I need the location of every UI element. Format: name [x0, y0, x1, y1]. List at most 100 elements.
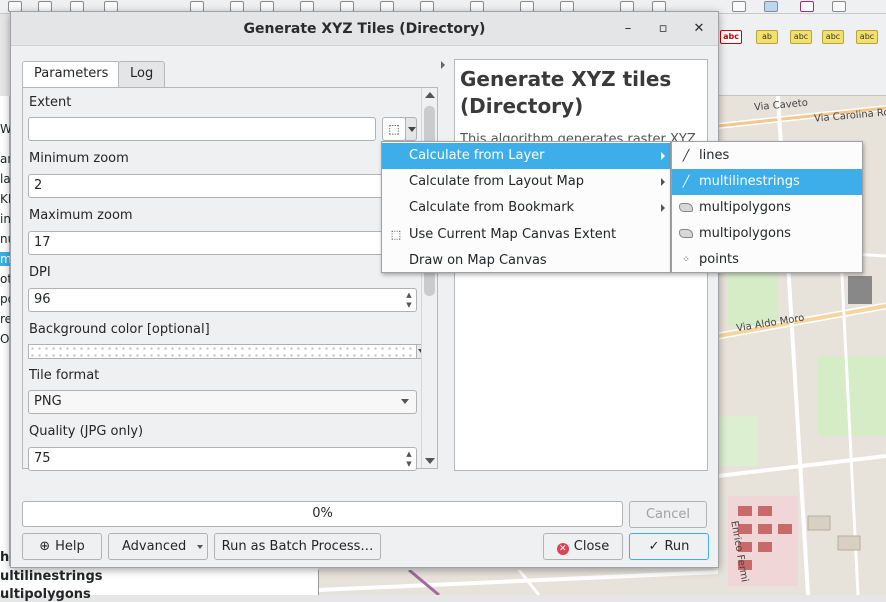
tab-parameters[interactable]: Parameters — [22, 61, 121, 88]
submenu-item-multipolygons[interactable]: multipolygons — [672, 195, 862, 221]
layers-panel-bottom: he ultilinestrings ultipolygons — [0, 550, 318, 602]
polygon-layer-icon — [679, 229, 693, 238]
map-cursor-icon: ⬚ — [388, 122, 400, 136]
label-show-icon[interactable]: abc — [790, 30, 812, 44]
close-button-label: Close — [573, 539, 610, 554]
maximize-button[interactable]: ▫ — [653, 19, 673, 39]
batch-process-button[interactable]: Run as Batch Process… — [214, 533, 381, 560]
label-tool-icon[interactable]: abc — [720, 30, 742, 44]
tile-format-select[interactable]: PNG — [28, 390, 417, 414]
min-zoom-spinbox[interactable]: 2 — [28, 174, 417, 198]
advanced-button-label: Advanced — [122, 539, 187, 554]
toolbar-icon[interactable] — [832, 1, 846, 12]
extent-input[interactable] — [28, 117, 376, 141]
tab-log[interactable]: Log — [118, 61, 166, 87]
close-button[interactable]: ✕ Close — [543, 533, 623, 560]
dialog-title: Generate XYZ Tiles (Directory) — [243, 21, 486, 37]
quality-value: 75 — [34, 451, 51, 466]
minimize-button[interactable]: – — [618, 19, 638, 39]
help-button[interactable]: ⊕ Help — [22, 533, 102, 560]
menu-item-use-map-canvas-extent[interactable]: ⬚ Use Current Map Canvas Extent — [382, 222, 670, 248]
extent-selector-button[interactable]: ⬚ — [382, 117, 406, 141]
bgcolor-label: Background color [optional] — [29, 322, 210, 337]
quality-spinbox[interactable]: 75 ▲ ▼ — [28, 447, 417, 471]
collapse-arrow-icon[interactable] — [441, 61, 445, 69]
quality-label: Quality (JPG only) — [29, 424, 144, 439]
menu-item-calculate-from-layer[interactable]: Calculate from Layer — [382, 143, 670, 169]
min-zoom-label: Minimum zoom — [29, 151, 129, 166]
chevron-right-icon — [661, 178, 665, 186]
max-zoom-spinbox[interactable]: 17 — [28, 231, 417, 255]
extent-menu: Calculate from Layer Calculate from Layo… — [381, 141, 671, 273]
layer-item[interactable]: ultilinestrings — [0, 569, 102, 584]
lifebuoy-icon: ⊕ — [39, 539, 51, 554]
submenu-item-label: points — [699, 252, 739, 267]
line-layer-icon: ╱ — [682, 149, 690, 162]
tile-format-label: Tile format — [29, 368, 100, 383]
close-window-button[interactable]: ✕ — [689, 19, 709, 39]
submenu-item-label: multipolygons — [699, 226, 791, 241]
menu-item-calculate-from-bookmark[interactable]: Calculate from Bookmark — [382, 195, 670, 221]
layer-submenu: ╱ lines ╱ multilinestrings multipolygons… — [671, 141, 863, 273]
label-toolbar: abc ab abc abc abc — [716, 14, 886, 96]
progress-bar: 0% — [22, 501, 623, 527]
advanced-button[interactable]: Advanced — [108, 533, 208, 560]
submenu-item-multilinestrings[interactable]: ╱ multilinestrings — [672, 169, 862, 195]
cancel-button[interactable]: Cancel — [629, 501, 707, 528]
progress-text: 0% — [312, 506, 333, 521]
run-button[interactable]: ✓ Run — [629, 533, 709, 560]
submenu-item-label: multilinestrings — [699, 174, 800, 189]
submenu-item-label: multipolygons — [699, 200, 791, 215]
layers-panel: W an la KN in nu mu ot po re OL — [0, 96, 19, 566]
submenu-item-lines[interactable]: ╱ lines — [672, 143, 862, 169]
map-rendering — [319, 570, 718, 595]
chevron-right-icon — [661, 204, 665, 212]
extent-label: Extent — [29, 95, 72, 110]
toolbar-icon[interactable] — [800, 1, 814, 12]
menu-item-label: Use Current Map Canvas Extent — [409, 227, 617, 242]
map-canvas-extent-icon: ⬚ — [390, 228, 402, 241]
polygon-layer-icon — [679, 203, 693, 212]
toolbar-icon[interactable] — [732, 1, 746, 12]
parameters-panel: Extent ⬚ Minimum zoom 2 Maximum zoom 17 … — [22, 87, 438, 471]
menu-item-label: Draw on Map Canvas — [409, 253, 547, 268]
menu-item-label: Calculate from Layer — [409, 148, 545, 163]
checkmark-icon: ✓ — [648, 539, 660, 554]
bgcolor-button[interactable] — [28, 344, 417, 359]
dpi-value: 96 — [34, 292, 51, 307]
submenu-item-multipolygons[interactable]: multipolygons — [672, 221, 862, 247]
chevron-down-icon — [197, 545, 203, 549]
toolbar-icon[interactable] — [764, 1, 778, 12]
label-rotate-icon[interactable]: abc — [856, 30, 878, 44]
extent-dropdown-button[interactable] — [405, 117, 417, 141]
chevron-right-icon — [661, 152, 665, 160]
menu-item-draw-on-map-canvas[interactable]: Draw on Map Canvas — [382, 248, 670, 274]
label-pin-icon[interactable]: ab — [756, 30, 778, 44]
chevron-down-icon — [401, 399, 409, 404]
min-zoom-value: 2 — [34, 178, 43, 193]
dialog-titlebar[interactable]: Generate XYZ Tiles (Directory) – ▫ ✕ — [11, 12, 718, 46]
map-canvas-bottom[interactable] — [318, 570, 718, 595]
scroll-up-icon[interactable] — [425, 92, 435, 98]
close-circle-icon: ✕ — [556, 543, 569, 555]
label-move-icon[interactable]: abc — [822, 30, 844, 44]
help-title: Generate XYZ tiles (Directory) — [460, 67, 672, 118]
tile-format-value: PNG — [34, 394, 62, 409]
submenu-item-points[interactable]: ⁘ points — [672, 247, 862, 273]
dpi-label: DPI — [29, 265, 51, 280]
scroll-down-icon[interactable] — [425, 458, 435, 464]
generate-xyz-tiles-dialog: Generate XYZ Tiles (Directory) – ▫ ✕ Par… — [10, 11, 719, 568]
submenu-item-label: lines — [699, 148, 730, 163]
run-button-label: Run — [664, 539, 690, 554]
menu-item-label: Calculate from Bookmark — [409, 200, 575, 215]
spin-arrows-icon[interactable]: ▲ ▼ — [403, 290, 415, 310]
spin-arrows-icon[interactable]: ▲ ▼ — [403, 449, 415, 469]
dpi-spinbox[interactable]: 96 ▲ ▼ — [28, 288, 417, 312]
line-layer-icon: ╱ — [682, 175, 690, 188]
menu-item-calculate-from-layout-map[interactable]: Calculate from Layout Map — [382, 169, 670, 195]
max-zoom-label: Maximum zoom — [29, 208, 133, 223]
max-zoom-value: 17 — [34, 235, 51, 250]
menu-item-label: Calculate from Layout Map — [409, 174, 584, 189]
help-button-label: Help — [55, 539, 85, 554]
layer-item-selected[interactable]: mu — [0, 252, 19, 266]
